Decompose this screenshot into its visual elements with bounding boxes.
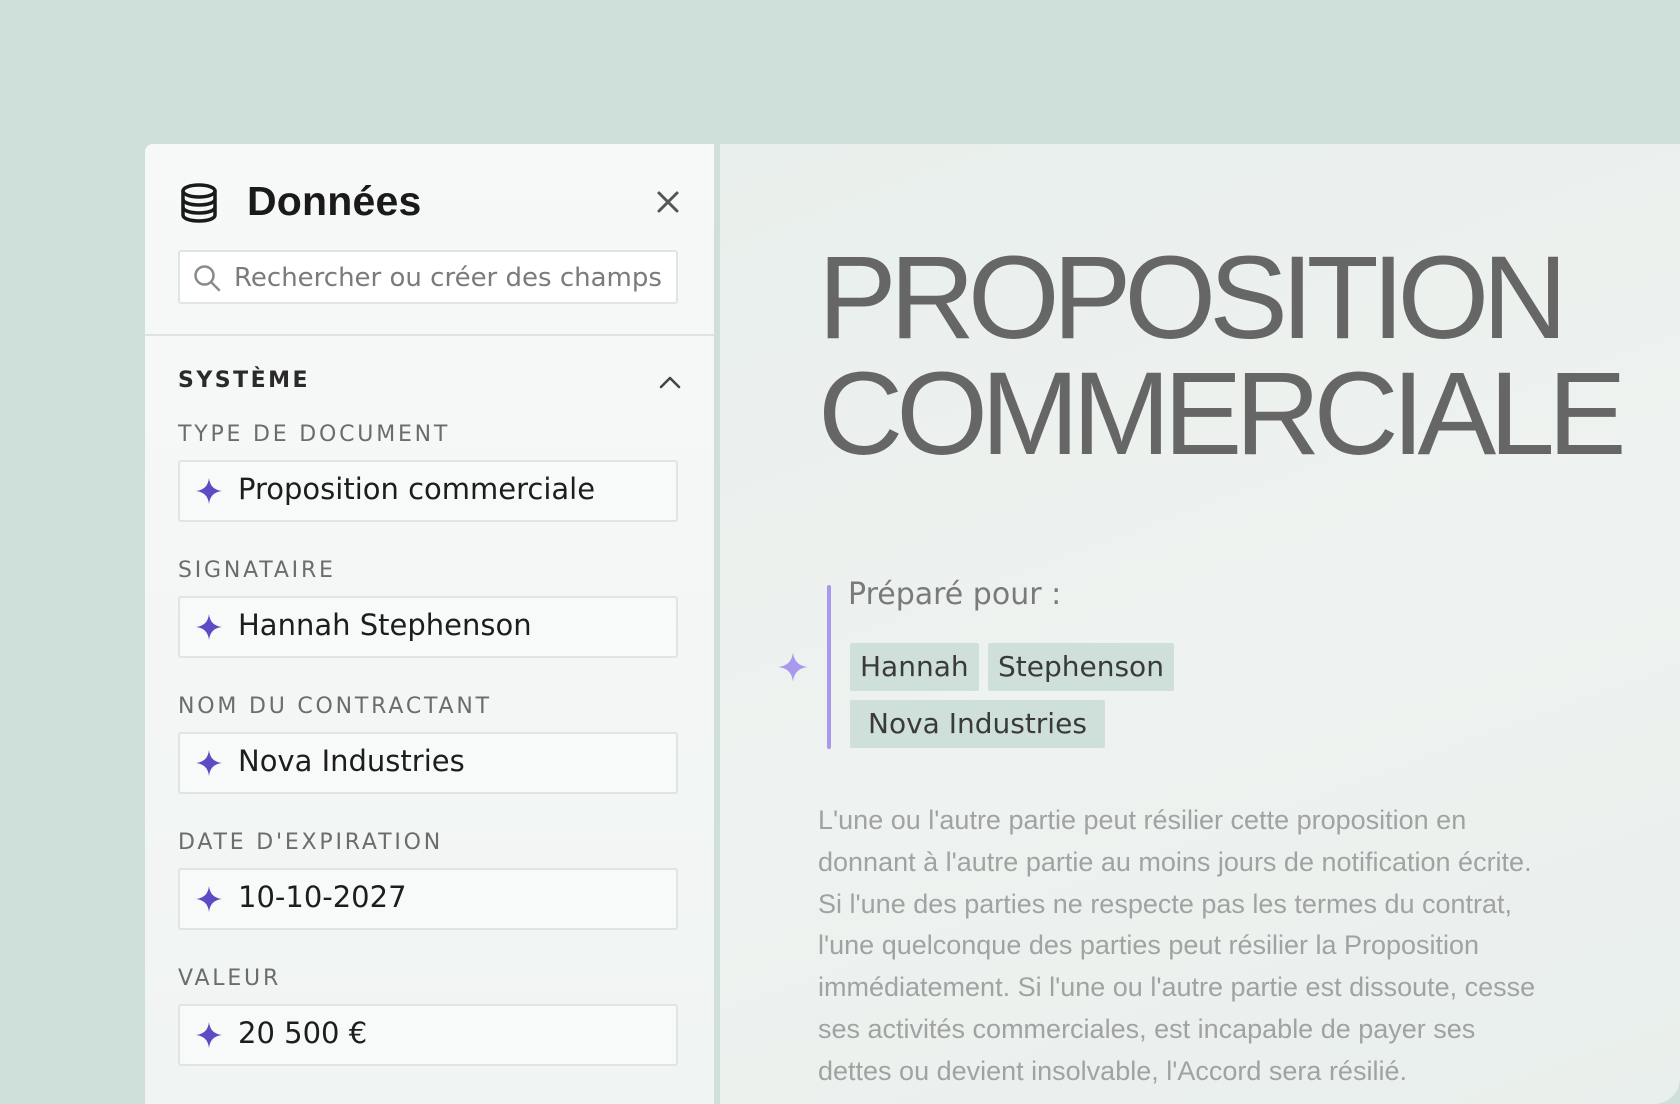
document-title-line1: PROPOSITION [818, 232, 1568, 364]
field-label-value: VALEUR [178, 966, 282, 991]
field-value-amount[interactable]: 20 500 € [178, 1004, 678, 1066]
field-label-expiration-date: DATE D'EXPIRATION [178, 830, 443, 855]
field-label-document-type: TYPE DE DOCUMENT [178, 422, 451, 447]
field-label-contractor: NOM DU CONTRACTANT [178, 694, 492, 719]
divider [145, 334, 714, 336]
body-line: dettes ou devient insolvable, l'Accord s… [818, 1055, 1407, 1086]
chevron-up-icon [659, 376, 681, 389]
sparkle-icon[interactable] [776, 650, 810, 684]
database-icon [181, 183, 217, 223]
body-line: immédiatement. Si l'une ou l'autre parti… [818, 972, 1536, 1003]
section-title: SYSTÈME [178, 368, 311, 393]
panel-header: Données [145, 144, 714, 336]
field-document-type[interactable]: Proposition commerciale [178, 460, 678, 522]
document-preview: PROPOSITION COMMERCIALE Préparé pour : H… [720, 144, 1680, 1104]
prepared-for-label: Préparé pour : [848, 577, 1062, 612]
section-toggle-system[interactable]: SYSTÈME [178, 362, 682, 402]
body-line: L'une ou l'autre partie peut résilier ce… [818, 805, 1467, 835]
field-label-signatory: SIGNATAIRE [178, 558, 336, 583]
sparkle-icon [196, 750, 222, 776]
sparkle-icon [196, 478, 222, 504]
prepared-for-bar [827, 585, 831, 749]
search-field[interactable] [178, 250, 678, 304]
sparkle-icon [196, 1022, 222, 1048]
document-title-line2: COMMERCIALE [818, 348, 1627, 480]
document-title: PROPOSITION COMMERCIALE [818, 239, 1638, 473]
close-icon[interactable] [653, 187, 683, 217]
field-value: Hannah Stephenson [238, 608, 532, 642]
body-line: Si l'une des parties ne respecte pas les… [818, 888, 1513, 919]
search-input[interactable] [232, 252, 676, 304]
field-chip-first-name[interactable]: Hannah [850, 643, 979, 691]
sparkle-icon [196, 886, 222, 912]
app-frame: Données SYSTÈME TYPE DE DOCUMENT [0, 0, 1680, 1104]
field-chip-company[interactable]: Nova Industries [850, 700, 1105, 748]
data-panel: Données SYSTÈME TYPE DE DOCUMENT [145, 144, 714, 1104]
panel-title: Données [247, 178, 422, 224]
field-chip-last-name[interactable]: Stephenson [988, 643, 1174, 691]
body-line: donnant à l'autre partie au moins jours … [818, 846, 1532, 877]
field-value: Proposition commerciale [238, 472, 596, 506]
body-line: ses activités commerciales, est incapabl… [818, 1013, 1476, 1044]
field-signatory[interactable]: Hannah Stephenson [178, 596, 678, 658]
field-value: 10-10-2027 [238, 880, 407, 914]
field-value: 20 500 € [238, 1016, 368, 1050]
field-contractor[interactable]: Nova Industries [178, 732, 678, 794]
field-expiration-date[interactable]: 10-10-2027 [178, 868, 678, 930]
document-body: L'une ou l'autre partie peut résilier ce… [818, 800, 1598, 1093]
sparkle-icon [196, 614, 222, 640]
body-line: l'une quelconque des parties peut résili… [818, 930, 1480, 961]
field-value: Nova Industries [238, 744, 465, 778]
search-icon [194, 265, 221, 292]
